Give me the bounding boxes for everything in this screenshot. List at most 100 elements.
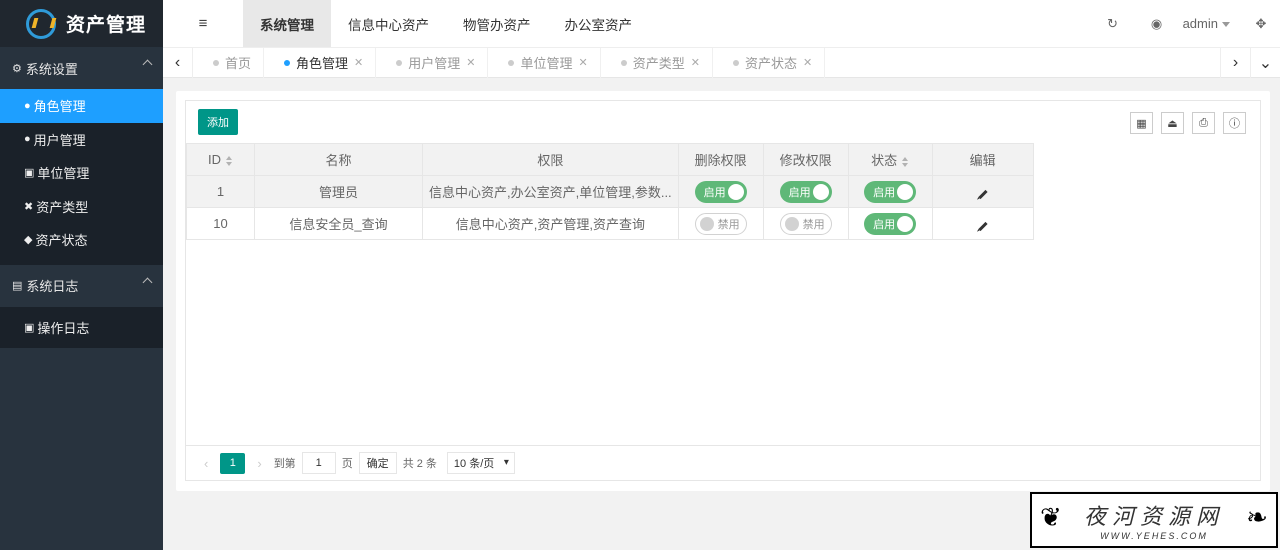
cell-name: 管理员 bbox=[254, 175, 423, 208]
refresh-icon[interactable]: ↻ bbox=[1091, 16, 1135, 32]
col-permission: 权限 bbox=[422, 143, 679, 176]
top-header: ≡ 系统管理 信息中心资产 物管办资产 办公室资产 ↻ ◉ admin ✥ bbox=[163, 0, 1280, 47]
theme-icon[interactable]: ◉ bbox=[1135, 16, 1179, 32]
sidebar-item-user[interactable]: ● 用户管理 bbox=[0, 123, 163, 157]
file-icon: ▤ bbox=[12, 280, 23, 292]
prev-page-icon[interactable]: ‹ bbox=[198, 456, 214, 471]
dropdown-icon bbox=[1222, 22, 1230, 28]
tabs-prev-icon[interactable]: ‹ bbox=[163, 47, 193, 78]
cogs-icon: ⚙ bbox=[12, 62, 22, 75]
user-icon: ● bbox=[24, 133, 31, 146]
data-table: 添加 ▦ ⏏ ⎙ ⓘ ID 名称 权限 删除权限 修改权限 状态 编辑 1 管理… bbox=[185, 100, 1261, 481]
sidebar-group-system-settings[interactable]: ⚙ 系统设置 bbox=[0, 47, 163, 89]
sidebar-group-label: 系统设置 bbox=[25, 61, 78, 77]
tabs-dropdown-icon[interactable]: ⌄ bbox=[1250, 48, 1280, 78]
menu-toggle-icon[interactable]: ≡ bbox=[163, 15, 243, 32]
add-button[interactable]: 添加 bbox=[198, 109, 238, 135]
cell-permission: 信息中心资产,资产管理,资产查询 bbox=[422, 207, 679, 240]
top-tab-info-center[interactable]: 信息中心资产 bbox=[331, 0, 446, 47]
goto-confirm-button[interactable]: 确定 bbox=[358, 452, 397, 474]
user-menu[interactable]: admin bbox=[1179, 16, 1242, 31]
cell-id: 10 bbox=[186, 207, 255, 240]
sidebar-item-op-log[interactable]: ▣ 操作日志 bbox=[0, 307, 163, 348]
doc-icon: ▣ bbox=[24, 321, 35, 334]
cube-icon: ◆ bbox=[24, 234, 33, 247]
sidebar-group-system-log[interactable]: ▤ 系统日志 bbox=[0, 264, 163, 307]
sidebar-item-label: 资产类型 bbox=[36, 199, 89, 215]
sidebar-item-label: 单位管理 bbox=[37, 166, 90, 182]
sidebar-item-role[interactable]: ● 角色管理 bbox=[0, 89, 163, 123]
header-actions: ↻ ◉ admin ✥ bbox=[1091, 0, 1280, 47]
logo: 资产管理 bbox=[0, 0, 163, 47]
user-icon: ● bbox=[24, 99, 31, 112]
logo-icon bbox=[26, 8, 56, 39]
watermark-sub: WWW.YEHES.COM bbox=[1100, 531, 1208, 541]
modify-perm-switch[interactable]: 禁用 bbox=[779, 212, 832, 235]
fullscreen-icon[interactable]: ✥ bbox=[1242, 16, 1280, 32]
cell-id: 1 bbox=[186, 175, 255, 208]
current-page[interactable]: 1 bbox=[220, 452, 246, 474]
close-icon[interactable]: ✕ bbox=[466, 56, 475, 69]
page-tab-asset-status[interactable]: 资产状态 ✕ bbox=[713, 47, 826, 78]
col-name: 名称 bbox=[254, 143, 423, 176]
page-tab-home[interactable]: 首页 bbox=[193, 47, 265, 78]
edit-pencil-icon[interactable] bbox=[978, 221, 988, 232]
info-icon[interactable]: ⓘ bbox=[1223, 112, 1246, 134]
table-header: ID 名称 权限 删除权限 修改权限 状态 编辑 bbox=[186, 143, 1034, 176]
page-tab-asset-type[interactable]: 资产类型 ✕ bbox=[601, 47, 713, 78]
table-row[interactable]: 10 信息安全员_查询 信息中心资产,资产管理,资产查询 禁用 禁用 启用 bbox=[186, 207, 1034, 240]
top-tab-office[interactable]: 办公室资产 bbox=[548, 0, 650, 47]
close-icon[interactable]: ✕ bbox=[691, 56, 700, 69]
status-switch[interactable]: 启用 bbox=[864, 180, 917, 203]
chevron-up-icon bbox=[142, 59, 153, 70]
close-icon[interactable]: ✕ bbox=[579, 56, 588, 69]
close-icon[interactable]: ✕ bbox=[803, 56, 812, 69]
sidebar: 资产管理 ⚙ 系统设置 ● 角色管理 ● 用户管理 ▣ 单位管理 ✖ 资产类型 … bbox=[0, 0, 163, 550]
chevron-up-icon bbox=[142, 277, 153, 287]
pagination: ‹ 1 › 到第 1 页 确定 共 2 条 10 条/页 bbox=[186, 445, 1260, 480]
col-modify-perm: 修改权限 bbox=[762, 143, 849, 176]
col-id[interactable]: ID bbox=[186, 143, 255, 176]
delete-perm-switch[interactable]: 启用 bbox=[694, 180, 747, 203]
cell-name: 信息安全员_查询 bbox=[254, 207, 423, 240]
top-tab-system[interactable]: 系统管理 bbox=[243, 0, 331, 47]
sort-icon[interactable] bbox=[226, 155, 233, 166]
status-switch[interactable]: 启用 bbox=[864, 212, 917, 235]
table-row[interactable]: 1 管理员 信息中心资产,办公室资产,单位管理,参数... 启用 启用 启用 bbox=[186, 175, 1034, 208]
tabs-next-icon[interactable]: › bbox=[1220, 48, 1250, 78]
total-count: 共 2 条 bbox=[402, 458, 437, 470]
sidebar-group-label: 系统日志 bbox=[26, 279, 79, 294]
modify-perm-switch[interactable]: 启用 bbox=[779, 180, 832, 203]
page-tab-user[interactable]: 用户管理 ✕ bbox=[376, 47, 489, 78]
submenu-system-log: ▣ 操作日志 bbox=[0, 306, 163, 348]
export-icon[interactable]: ⏏ bbox=[1161, 112, 1184, 134]
col-status[interactable]: 状态 bbox=[847, 143, 933, 176]
watermark-main: 夜河资源网 bbox=[1083, 505, 1224, 530]
sidebar-item-label: 用户管理 bbox=[33, 132, 86, 148]
cell-permission: 信息中心资产,办公室资产,单位管理,参数... bbox=[422, 175, 679, 208]
watermark: ❦ ❧ 夜河资源网 WWW.YEHES.COM bbox=[1030, 492, 1278, 548]
next-page-icon[interactable]: › bbox=[251, 456, 267, 471]
sidebar-item-asset-type[interactable]: ✖ 资产类型 bbox=[0, 190, 163, 224]
app-title: 资产管理 bbox=[66, 15, 147, 36]
columns-icon[interactable]: ▦ bbox=[1130, 112, 1153, 134]
sidebar-item-asset-status[interactable]: ◆ 资产状态 bbox=[0, 223, 163, 257]
sidebar-item-label: 角色管理 bbox=[33, 99, 86, 115]
print-icon[interactable]: ⎙ bbox=[1192, 112, 1215, 134]
sidebar-item-unit[interactable]: ▣ 单位管理 bbox=[0, 156, 163, 190]
sidebar-item-label: 资产状态 bbox=[35, 233, 88, 249]
top-tab-property[interactable]: 物管办资产 bbox=[446, 0, 548, 47]
close-icon[interactable]: ✕ bbox=[354, 56, 363, 69]
page-tab-unit[interactable]: 单位管理 ✕ bbox=[488, 47, 601, 78]
page-size-select[interactable]: 10 条/页 bbox=[446, 452, 515, 474]
table-toolbar: 添加 ▦ ⏏ ⎙ ⓘ bbox=[186, 101, 1260, 143]
cross-icon: ✖ bbox=[24, 200, 34, 213]
sort-icon[interactable] bbox=[902, 156, 909, 167]
delete-perm-switch[interactable]: 禁用 bbox=[694, 212, 747, 235]
bank-icon: ▣ bbox=[24, 167, 35, 180]
col-edit: 编辑 bbox=[931, 143, 1034, 176]
goto-page-input[interactable]: 1 bbox=[301, 452, 336, 474]
page-tab-role[interactable]: 角色管理 ✕ bbox=[264, 47, 377, 78]
submenu-system-settings: ● 角色管理 ● 用户管理 ▣ 单位管理 ✖ 资产类型 ◆ 资产状态 bbox=[0, 89, 163, 265]
edit-pencil-icon[interactable] bbox=[978, 189, 988, 200]
